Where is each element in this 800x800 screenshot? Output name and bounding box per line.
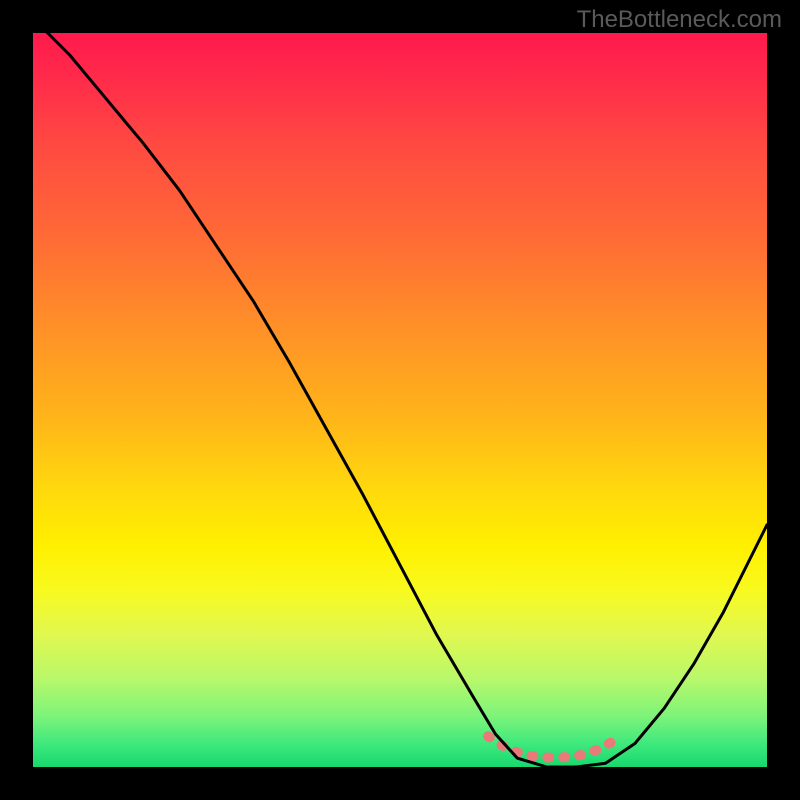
bottleneck-curve	[33, 18, 767, 767]
chart-plot-area	[33, 33, 767, 767]
chart-svg	[33, 33, 767, 767]
watermark-text: TheBottleneck.com	[577, 6, 782, 34]
